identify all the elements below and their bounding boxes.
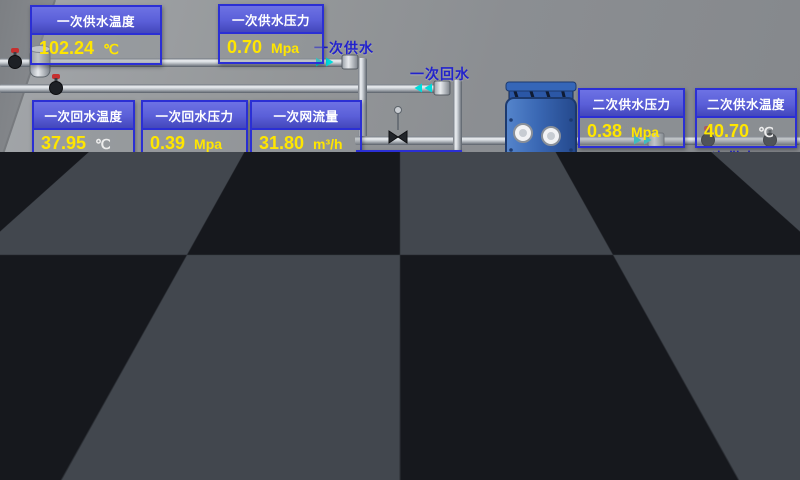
panel-unit: Hz	[339, 411, 356, 427]
plant-graphics	[0, 0, 800, 480]
valve-primary-return[interactable]	[50, 74, 63, 95]
pipe-label-secondary-supply: 二次供水	[697, 148, 757, 168]
tank-vent-pipe	[150, 312, 166, 340]
panel-secondary-return-temperature: 二次回水温度 36.63 ℃	[695, 243, 797, 303]
panel-title: 水箱液位高度	[32, 302, 141, 330]
panel-value: 0.70	[227, 37, 262, 58]
panel-value: 37.95	[41, 133, 86, 154]
panel-unit: Mpa	[271, 40, 299, 56]
water-tank	[0, 268, 166, 472]
panel-title: 阀门开度值	[358, 152, 460, 180]
panel-valve-opening: 阀门开度值 5.92%	[356, 150, 462, 210]
panel-title: 二次回水压力	[580, 245, 683, 273]
pipe-pump-manifold	[453, 241, 547, 249]
panel-primary-network-flow: 一次网流量 31.80 m³/h	[250, 100, 362, 160]
panel-title: 一次网流量	[252, 102, 360, 130]
pipe-label-secondary-return: 二次回水	[713, 308, 773, 328]
hmi-scene: 一次供水温度 102.24 ℃ 一次供水压力 0.70 Mpa 一次回水温度 37.…	[0, 0, 800, 480]
panel-unit: m³	[83, 336, 100, 352]
panel-value: 0.39	[150, 133, 185, 154]
panel-value: 102.24	[39, 38, 94, 59]
panel-title: 二次回水温度	[697, 245, 795, 273]
panel-unit: ℃	[95, 136, 111, 153]
panel-value: 40.70	[704, 121, 749, 142]
panel-title: 二次供水温度	[697, 90, 795, 118]
panel-unit: Mpa	[631, 124, 659, 140]
control-valve[interactable]	[389, 107, 407, 144]
panel-title: 一次供水压力	[220, 6, 322, 34]
panel-value: 0.27	[587, 276, 622, 297]
hx-top-bar	[506, 82, 576, 91]
panel-unit: Mpa	[631, 279, 659, 295]
panel-primary-supply-temperature: 一次供水温度 102.24 ℃	[30, 5, 162, 65]
panel-unit: ℃	[758, 124, 774, 141]
panel-value: 0.38	[587, 121, 622, 142]
pipe-label-makeup-water: 补水	[572, 400, 602, 420]
pipe-makeup-pump-rear	[145, 364, 460, 373]
panel-secondary-supply-temperature: 二次供水温度 40.70 ℃	[695, 88, 797, 148]
panel-unit: Mpa	[194, 136, 222, 152]
tank-manhole-left	[11, 371, 65, 421]
pipe-rack-frame	[186, 311, 452, 346]
panel-unit: %	[409, 186, 421, 202]
valve-primary-supply[interactable]	[9, 48, 22, 69]
panel-title: 一次回水温度	[34, 102, 133, 130]
panel-title: 一次回水压力	[143, 102, 246, 130]
panel-title: 补水泵频率	[278, 377, 371, 405]
panel-primary-return-temperature: 一次回水温度 37.95 ℃	[32, 100, 135, 160]
panel-title: 一次供水温度	[32, 7, 160, 35]
panel-makeup-pump-frequency: 补水泵频率 33.88 Hz	[276, 375, 373, 435]
pipe-makeup-riser	[606, 296, 615, 392]
panel-title: 二次供水压力	[580, 90, 683, 118]
panel-primary-return-pressure: 一次回水压力 0.39 Mpa	[141, 100, 248, 160]
panel-value: 33.88	[285, 408, 330, 429]
panel-secondary-return-pressure: 二次回水压力 0.27 Mpa	[578, 243, 685, 303]
panel-unit: m³/h	[313, 136, 343, 152]
panel-primary-supply-pressure: 一次供水压力 0.70 Mpa	[218, 4, 324, 64]
panel-value: 5.92	[365, 183, 400, 204]
panel-tank-level: 水箱液位高度 1.10 m³	[30, 300, 143, 360]
panel-value: 1.10	[39, 333, 74, 354]
panel-secondary-supply-pressure: 二次供水压力 0.38 Mpa	[578, 88, 685, 148]
pipe-coupling	[590, 385, 606, 399]
tank-manhole-right	[79, 357, 133, 407]
panel-value: 36.63	[704, 276, 749, 297]
panel-value: 31.80	[259, 133, 304, 154]
panel-unit: ℃	[758, 279, 774, 296]
panel-unit: ℃	[103, 41, 119, 58]
pipe-label-primary-return: 一次回水	[410, 64, 470, 84]
pipe-primary-return	[0, 84, 450, 93]
